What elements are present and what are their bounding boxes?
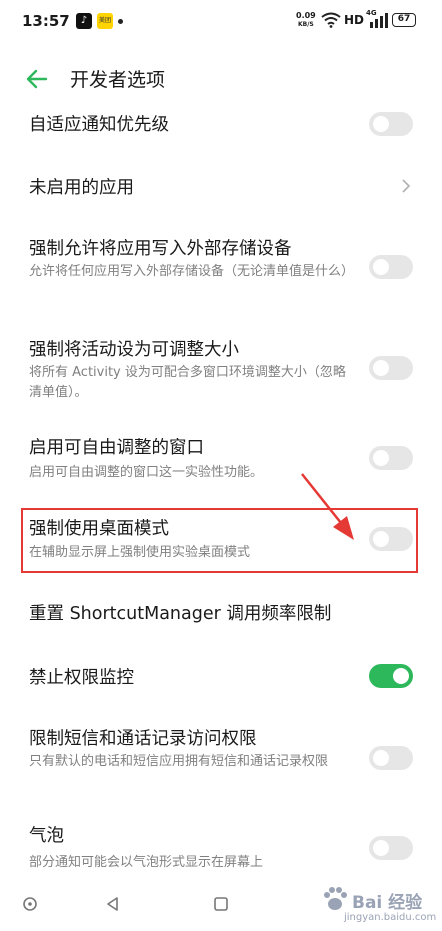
setting-adaptive-notification-priority[interactable]: 自适应通知优先级 bbox=[0, 104, 442, 144]
setting-subtitle: 部分通知可能会以气泡形式显示在屏幕上 bbox=[29, 855, 264, 870]
setting-force-resizable-activities[interactable]: 强制将活动设为可调整大小 将所有 Activity 设为可配合多窗口环境调整大小… bbox=[0, 328, 442, 408]
setting-title: 自适应通知优先级 bbox=[29, 115, 169, 135]
toggle-knob bbox=[373, 750, 389, 766]
status-time: 13:57 bbox=[22, 12, 70, 30]
setting-title: 强制使用桌面模式 bbox=[29, 519, 169, 539]
setting-freeform-windows[interactable]: 启用可自由调整的窗口 启用可自由调整的窗口这一实验性功能。 bbox=[0, 428, 442, 488]
toggle-switch-off[interactable] bbox=[369, 356, 413, 380]
toggle-switch-on[interactable] bbox=[369, 664, 413, 688]
toggle-knob bbox=[373, 450, 389, 466]
toggle-switch-off[interactable] bbox=[369, 112, 413, 136]
toggle-switch-off[interactable] bbox=[369, 527, 413, 551]
chevron-right-icon bbox=[402, 179, 411, 193]
toggle-knob bbox=[393, 668, 409, 684]
net-speed: 0.09 KB/S bbox=[296, 11, 316, 29]
net-speed-unit: KB/S bbox=[298, 21, 314, 28]
notification-dot-icon bbox=[118, 19, 123, 24]
toggle-knob bbox=[373, 840, 389, 856]
setting-title: 强制将活动设为可调整大小 bbox=[29, 340, 239, 360]
setting-title: 气泡 bbox=[29, 826, 64, 846]
setting-subtitle: 将所有 Activity 设为可配合多窗口环境调整大小（忽略清单值）。 bbox=[29, 365, 346, 400]
meituan-app-icon: 美团 bbox=[97, 13, 113, 29]
setting-subtitle: 只有默认的电话和短信应用拥有短信和通话记录权限 bbox=[29, 754, 329, 769]
wifi-icon bbox=[321, 12, 341, 28]
setting-bubbles[interactable]: 气泡 部分通知可能会以气泡形式显示在屏幕上 bbox=[0, 818, 442, 878]
toggle-switch-off[interactable] bbox=[369, 255, 413, 279]
setting-title: 未启用的应用 bbox=[29, 178, 134, 198]
setting-disable-permission-monitoring[interactable]: 禁止权限监控 bbox=[0, 656, 442, 696]
setting-inactive-apps[interactable]: 未启用的应用 bbox=[0, 166, 442, 206]
toggle-switch-off[interactable] bbox=[369, 746, 413, 770]
toggle-knob bbox=[373, 259, 389, 275]
battery-icon: 67 bbox=[392, 13, 416, 27]
setting-subtitle: 启用可自由调整的窗口这一实验性功能。 bbox=[29, 465, 264, 480]
setting-title: 强制允许将应用写入外部存储设备 bbox=[29, 239, 292, 259]
watermark-url: jingyan.baidu.com bbox=[344, 912, 437, 923]
setting-subtitle: 允许将任何应用写入外部存储设备（无论清单值是什么） bbox=[29, 264, 355, 279]
toggle-knob bbox=[373, 116, 389, 132]
toggle-knob bbox=[373, 360, 389, 376]
tiktok-app-icon: ♪ bbox=[76, 13, 92, 29]
home-circle-icon[interactable] bbox=[22, 896, 38, 912]
hd-label: HD bbox=[344, 13, 365, 27]
setting-title: 重置 ShortcutManager 调用频率限制 bbox=[29, 604, 332, 624]
setting-title: 启用可自由调整的窗口 bbox=[29, 438, 204, 458]
baidu-watermark: Bai 经验 jingyan.baidu.com bbox=[318, 878, 436, 928]
setting-reset-shortcutmanager-rate-limit[interactable]: 重置 ShortcutManager 调用频率限制 bbox=[0, 592, 442, 632]
setting-force-external-storage[interactable]: 强制允许将应用写入外部存储设备 允许将任何应用写入外部存储设备（无论清单值是什么… bbox=[0, 226, 442, 306]
back-triangle-icon[interactable] bbox=[105, 896, 121, 912]
signal-label: 4G bbox=[366, 9, 377, 17]
arrow-left-icon[interactable] bbox=[24, 66, 50, 92]
toggle-knob bbox=[373, 531, 389, 547]
page-title: 开发者选项 bbox=[70, 69, 166, 91]
setting-title: 禁止权限监控 bbox=[29, 668, 134, 688]
status-bar: 13:57 ♪ 美团 0.09 KB/S HD 4G 67 bbox=[0, 0, 442, 44]
setting-force-desktop-mode[interactable]: 强制使用桌面模式 在辅助显示屏上强制使用实验桌面模式 bbox=[0, 510, 442, 572]
baidu-paw-icon bbox=[324, 887, 347, 910]
toggle-switch-off[interactable] bbox=[369, 836, 413, 860]
net-speed-value: 0.09 bbox=[296, 11, 316, 20]
toggle-switch-off[interactable] bbox=[369, 446, 413, 470]
setting-title: 限制短信和通话记录访问权限 bbox=[29, 729, 257, 749]
recents-square-icon[interactable] bbox=[213, 896, 229, 912]
watermark-text: Bai 经验 bbox=[352, 893, 423, 913]
setting-restrict-sms-call-log[interactable]: 限制短信和通话记录访问权限 只有默认的电话和短信应用拥有短信和通话记录权限 bbox=[0, 720, 442, 800]
setting-subtitle: 在辅助显示屏上强制使用实验桌面模式 bbox=[29, 545, 251, 560]
